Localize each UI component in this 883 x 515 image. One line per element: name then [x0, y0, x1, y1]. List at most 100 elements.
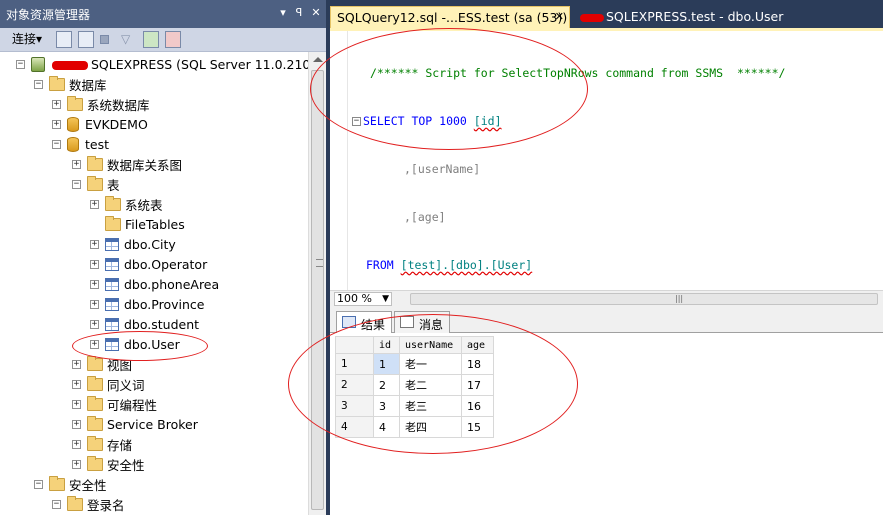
code-identifier: ,[age]	[404, 210, 446, 224]
tree-node-service-broker[interactable]: + Service Broker	[72, 414, 198, 434]
grip-icon: |||	[675, 294, 684, 303]
folder-icon	[67, 495, 83, 511]
tree-node-label: 系统表	[125, 197, 163, 213]
tree-node-label: dbo.student	[124, 316, 200, 332]
table-icon	[105, 317, 119, 331]
expand-icon[interactable]: +	[90, 259, 99, 269]
tree-node-label: SQLEXPRESS (SQL Server 11.0.2100 - sa	[91, 56, 308, 72]
tree-node-label: 可编程性	[107, 397, 158, 413]
tree-node-dbo-province[interactable]: + dbo.Province	[90, 294, 204, 314]
annotation-ellipse	[310, 28, 588, 150]
expand-icon[interactable]: +	[90, 299, 99, 309]
expand-icon[interactable]: +	[90, 279, 99, 289]
tree-node-label: dbo.Province	[124, 296, 205, 312]
annotation-ellipse	[72, 331, 208, 361]
collapse-icon[interactable]: −	[72, 179, 81, 189]
expand-icon[interactable]: +	[72, 359, 81, 369]
tree-node-label: 安全性	[69, 477, 107, 493]
redaction-mark	[580, 13, 604, 22]
tree-node-tables[interactable]: − 表	[72, 174, 120, 194]
refresh-icon[interactable]	[143, 31, 159, 48]
expand-icon[interactable]: +	[90, 239, 99, 249]
tree-node-label: 登录名	[87, 497, 125, 513]
summary-icon[interactable]	[165, 31, 181, 48]
expand-icon[interactable]: +	[72, 379, 81, 389]
horizontal-scrollbar[interactable]: |||	[410, 293, 878, 305]
tree-node-evkdemo[interactable]: + EVKDEMO	[52, 114, 148, 134]
pin-icon[interactable]: ꟼ	[292, 6, 306, 20]
dropdown-icon[interactable]: ▾	[276, 6, 290, 20]
stop-icon[interactable]	[100, 35, 109, 44]
folder-icon	[49, 475, 65, 491]
close-icon[interactable]: ✕	[309, 6, 323, 20]
disconnect-icon[interactable]	[78, 31, 94, 48]
scroll-thumb[interactable]	[311, 70, 324, 510]
tree-node-system-databases[interactable]: + 系统数据库	[52, 94, 150, 114]
server-icon	[31, 56, 45, 72]
folder-icon	[87, 155, 103, 171]
collapse-icon[interactable]: −	[34, 479, 43, 489]
scroll-up-icon[interactable]	[313, 57, 323, 62]
tree-node-programmability[interactable]: + 可编程性	[72, 394, 157, 414]
object-explorer-title-bar: 对象资源管理器 ▾ ꟼ ✕	[0, 0, 326, 28]
tree-node-label: 表	[107, 177, 120, 193]
tree-node-dbo-phonearea[interactable]: + dbo.phoneArea	[90, 274, 219, 294]
expand-icon[interactable]: +	[72, 159, 81, 169]
expand-icon[interactable]: +	[72, 459, 81, 469]
tree-node-test[interactable]: − test	[52, 134, 109, 154]
no-expander	[90, 220, 99, 229]
tab-dbo-user[interactable]: SQLEXPRESS.test - dbo.User	[576, 8, 876, 28]
tree-node-label: Service Broker	[107, 416, 198, 432]
tree-node-system-tables[interactable]: + 系统表	[90, 194, 163, 214]
tree-node-label: 数据库关系图	[107, 157, 183, 173]
tree-node-label: 同义词	[107, 377, 145, 393]
database-icon	[67, 116, 79, 132]
grip-icon	[316, 259, 323, 267]
document-tabs: SQLQuery12.sql -...ESS.test (sa (53)) ✕ …	[330, 6, 883, 28]
folder-icon	[105, 215, 121, 231]
annotation-ellipse	[288, 314, 578, 454]
code-identifier: ,[userName]	[404, 162, 481, 176]
tree-node-label: EVKDEMO	[85, 116, 148, 132]
tree-node-security[interactable]: − 安全性	[34, 474, 107, 494]
tree-node-storage[interactable]: + 存储	[72, 434, 132, 454]
folder-icon	[87, 375, 103, 391]
ssms-window: 对象资源管理器 ▾ ꟼ ✕ 连接▾ ▽ − SQLEXPRESS (SQL Ser…	[0, 0, 883, 515]
tree-node-diagrams[interactable]: + 数据库关系图	[72, 154, 182, 174]
tree-node-dbo-city[interactable]: + dbo.City	[90, 234, 176, 254]
collapse-icon[interactable]: −	[34, 79, 43, 89]
tree-scrollbar[interactable]	[308, 52, 326, 515]
expand-icon[interactable]: +	[72, 399, 81, 409]
expand-icon[interactable]: +	[72, 439, 81, 449]
connect-button[interactable]: 连接▾	[12, 31, 42, 48]
expand-icon[interactable]: +	[90, 319, 99, 329]
folder-icon	[105, 195, 121, 211]
connect-server-icon[interactable]	[56, 31, 72, 48]
filter-icon[interactable]: ▽	[121, 31, 130, 48]
redaction-mark	[52, 61, 88, 70]
expand-icon[interactable]: +	[52, 99, 61, 109]
collapse-icon[interactable]: −	[52, 139, 61, 149]
tree-node-logins[interactable]: − 登录名	[52, 494, 125, 514]
zoom-select[interactable]: 100 % ▼	[334, 292, 392, 306]
collapse-icon[interactable]: −	[52, 499, 61, 509]
tree-node-synonyms[interactable]: + 同义词	[72, 374, 145, 394]
chevron-down-icon: ▼	[382, 294, 389, 304]
tab-label: SQLQuery12.sql -...ESS.test (sa (53))	[337, 10, 568, 25]
tree-node-filetables[interactable]: FileTables	[90, 214, 185, 234]
tree-node-label: dbo.City	[124, 236, 176, 252]
tree-node-databases[interactable]: − 数据库	[34, 74, 107, 94]
close-tab-icon[interactable]: ✕	[555, 10, 564, 23]
expand-icon[interactable]: +	[72, 419, 81, 429]
zoom-value: 100 %	[337, 292, 372, 305]
tree-node-db-security[interactable]: + 安全性	[72, 454, 145, 474]
table-icon	[105, 297, 119, 311]
object-explorer-toolbar: 连接▾ ▽	[0, 28, 326, 52]
collapse-icon[interactable]: −	[16, 59, 25, 69]
folder-icon	[67, 95, 83, 111]
tab-label: SQLEXPRESS.test - dbo.User	[606, 9, 784, 24]
expand-icon[interactable]: +	[90, 199, 99, 209]
expand-icon[interactable]: +	[52, 119, 61, 129]
tab-sqlquery12[interactable]: SQLQuery12.sql -...ESS.test (sa (53)) ✕	[330, 6, 570, 28]
tree-node-dbo-operator[interactable]: + dbo.Operator	[90, 254, 207, 274]
